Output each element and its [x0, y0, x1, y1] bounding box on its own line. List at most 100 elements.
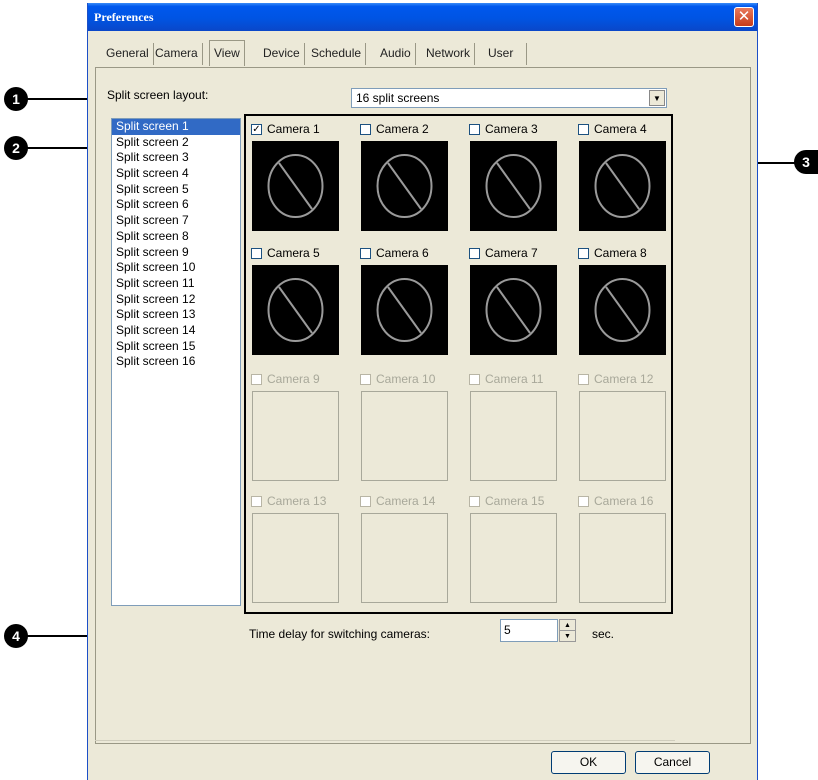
- checkbox-box: [469, 373, 480, 385]
- split-screen-item[interactable]: Split screen 10: [112, 260, 240, 276]
- split-screen-item[interactable]: Split screen 13: [112, 307, 240, 323]
- tab-audio[interactable]: Audio: [376, 43, 416, 65]
- callout-1: 1: [4, 87, 28, 111]
- camera-preview: [470, 513, 557, 603]
- checkbox-box[interactable]: [360, 247, 371, 259]
- title-bar[interactable]: Preferences ✕: [88, 3, 757, 31]
- tab-network[interactable]: Network: [422, 43, 476, 65]
- split-screen-list[interactable]: Split screen 1 Split screen 2 Split screen…: [111, 118, 241, 606]
- camera-label: Camera 14: [376, 494, 436, 508]
- split-screen-item[interactable]: Split screen 6: [112, 197, 240, 213]
- checkbox-box[interactable]: [469, 123, 480, 135]
- split-screen-item[interactable]: Split screen 16: [112, 354, 240, 370]
- no-signal-icon: [267, 154, 324, 218]
- camera-checkbox[interactable]: Camera 6: [360, 246, 429, 260]
- split-layout-select[interactable]: 16 split screens ▼: [351, 88, 667, 108]
- checkmark-icon[interactable]: ✓: [251, 123, 262, 135]
- spin-up-icon[interactable]: ▲: [560, 620, 575, 631]
- tab-device[interactable]: Device: [259, 43, 305, 65]
- checkbox-box[interactable]: [578, 123, 589, 135]
- camera-checkbox[interactable]: Camera 2: [360, 122, 429, 136]
- checkbox-box[interactable]: [469, 247, 480, 259]
- close-button[interactable]: ✕: [734, 7, 754, 27]
- checkbox-box: [251, 373, 262, 385]
- split-screen-item[interactable]: Split screen 11: [112, 276, 240, 292]
- camera-label: Camera 3: [485, 122, 538, 136]
- delay-spinner[interactable]: ▲ ▼: [559, 619, 576, 642]
- camera-checkbox[interactable]: Camera 5: [251, 246, 320, 260]
- camera-preview: [361, 391, 448, 481]
- camera-checkbox[interactable]: Camera 4: [578, 122, 647, 136]
- camera-preview[interactable]: [252, 141, 339, 231]
- split-screen-item[interactable]: Split screen 12: [112, 292, 240, 308]
- no-signal-icon: [594, 278, 651, 342]
- tab-view[interactable]: View: [209, 40, 245, 66]
- camera-label: Camera 13: [267, 494, 327, 508]
- camera-preview: [252, 513, 339, 603]
- camera-label: Camera 16: [594, 494, 654, 508]
- spin-down-icon[interactable]: ▼: [560, 631, 575, 642]
- camera-preview[interactable]: [470, 141, 557, 231]
- camera-preview[interactable]: [579, 265, 666, 355]
- no-signal-icon: [594, 154, 651, 218]
- split-screen-item[interactable]: Split screen 1: [112, 119, 240, 135]
- camera-checkbox: Camera 12: [578, 372, 653, 386]
- checkbox-box: [360, 373, 371, 385]
- delay-input[interactable]: 5: [500, 619, 558, 642]
- camera-checkbox[interactable]: ✓ Camera 1: [251, 122, 320, 136]
- callout-3: 3: [794, 150, 818, 174]
- split-layout-value: 16 split screens: [356, 91, 440, 105]
- split-screen-item[interactable]: Split screen 4: [112, 166, 240, 182]
- split-screen-item[interactable]: Split screen 15: [112, 339, 240, 355]
- no-signal-icon: [267, 278, 324, 342]
- tab-schedule[interactable]: Schedule: [307, 43, 367, 65]
- camera-checkbox: Camera 15: [469, 494, 544, 508]
- delay-value: 5: [504, 623, 511, 637]
- camera-preview[interactable]: [361, 141, 448, 231]
- split-screen-item[interactable]: Split screen 14: [112, 323, 240, 339]
- checkbox-box[interactable]: [578, 247, 589, 259]
- camera-preview[interactable]: [252, 265, 339, 355]
- split-screen-item[interactable]: Split screen 5: [112, 182, 240, 198]
- camera-checkbox: Camera 11: [469, 372, 543, 386]
- checkbox-box: [251, 495, 262, 507]
- tab-user[interactable]: User: [484, 43, 527, 65]
- no-signal-icon: [485, 154, 542, 218]
- cancel-button[interactable]: Cancel: [635, 751, 710, 774]
- callout-2: 2: [4, 136, 28, 160]
- checkbox-box: [578, 495, 589, 507]
- split-screen-item[interactable]: Split screen 2: [112, 135, 240, 151]
- split-screen-item[interactable]: Split screen 3: [112, 150, 240, 166]
- camera-label: Camera 6: [376, 246, 429, 260]
- chevron-down-icon[interactable]: ▼: [649, 90, 665, 106]
- camera-checkbox[interactable]: Camera 3: [469, 122, 538, 136]
- camera-checkbox[interactable]: Camera 8: [578, 246, 647, 260]
- delay-label: Time delay for switching cameras:: [249, 627, 430, 641]
- checkbox-box[interactable]: [360, 123, 371, 135]
- camera-checkbox: Camera 13: [251, 494, 326, 508]
- camera-label: Camera 9: [267, 372, 320, 386]
- camera-preview: [470, 391, 557, 481]
- checkbox-box: [360, 495, 371, 507]
- split-layout-label: Split screen layout:: [107, 88, 209, 102]
- camera-label: Camera 15: [485, 494, 545, 508]
- camera-preview[interactable]: [470, 265, 557, 355]
- camera-preview: [579, 391, 666, 481]
- split-screen-item[interactable]: Split screen 9: [112, 245, 240, 261]
- checkbox-box: [469, 495, 480, 507]
- tab-general[interactable]: General: [102, 43, 154, 65]
- checkbox-box[interactable]: [251, 247, 262, 259]
- checkbox-box: [578, 373, 589, 385]
- camera-checkbox[interactable]: Camera 7: [469, 246, 538, 260]
- camera-preview[interactable]: [579, 141, 666, 231]
- camera-label: Camera 5: [267, 246, 320, 260]
- camera-preview[interactable]: [361, 265, 448, 355]
- split-screen-item[interactable]: Split screen 7: [112, 213, 240, 229]
- delay-unit: sec.: [592, 627, 615, 641]
- tab-camera[interactable]: Camera: [151, 43, 203, 65]
- no-signal-icon: [376, 278, 433, 342]
- camera-checkbox: Camera 9: [251, 372, 320, 386]
- camera-label: Camera 2: [376, 122, 429, 136]
- ok-button[interactable]: OK: [551, 751, 626, 774]
- split-screen-item[interactable]: Split screen 8: [112, 229, 240, 245]
